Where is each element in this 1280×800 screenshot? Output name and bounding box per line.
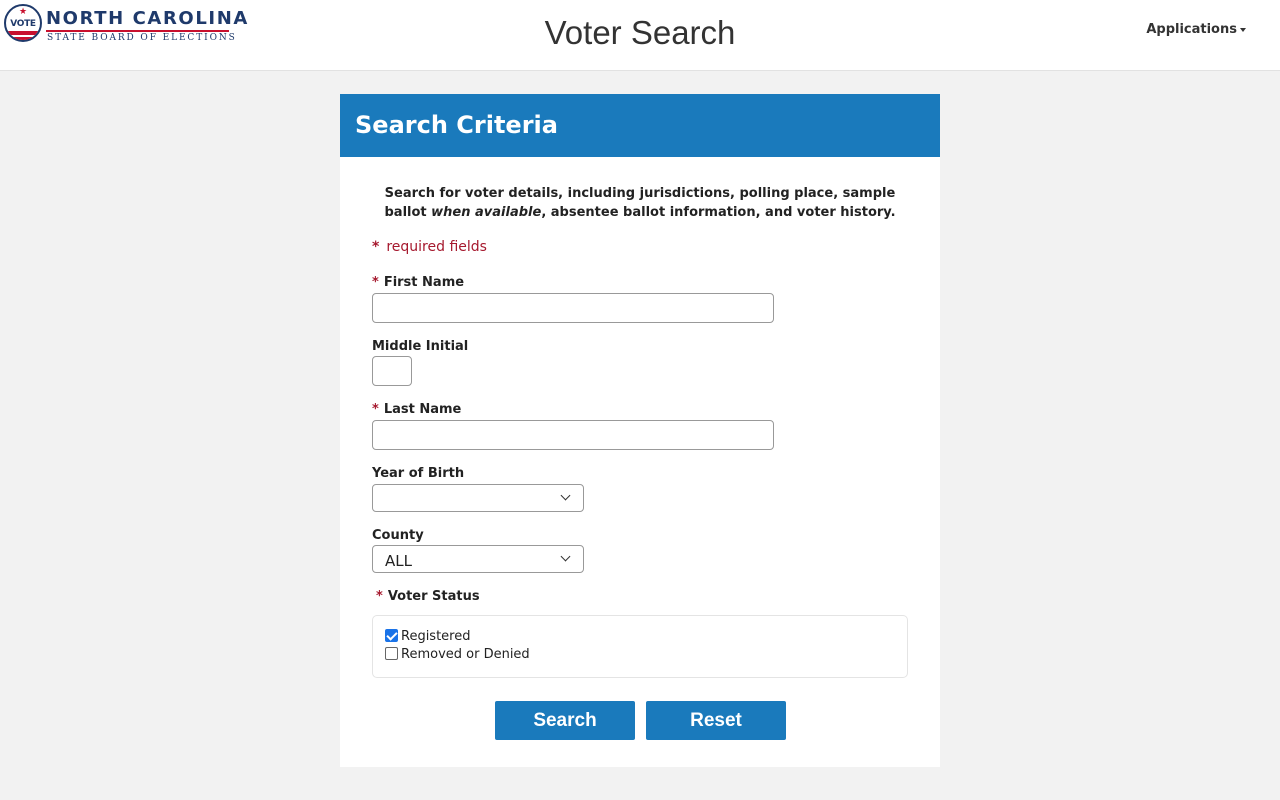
first-name-label: * First Name — [372, 275, 465, 290]
card-title: Search Criteria — [355, 111, 558, 139]
caret-down-icon — [1240, 27, 1246, 32]
applications-menu[interactable]: Applications — [1146, 22, 1246, 37]
removed-or-denied-checkbox[interactable] — [385, 647, 398, 660]
first-name-input[interactable] — [372, 293, 774, 323]
registered-checkbox[interactable] — [385, 629, 398, 642]
card-header: Search Criteria — [340, 94, 940, 157]
reset-button[interactable]: Reset — [646, 701, 786, 740]
intro-text: Search for voter details, including juri… — [384, 186, 896, 220]
page-title: Voter Search — [544, 14, 736, 51]
chevron-down-icon — [560, 490, 571, 501]
county-label: County — [372, 528, 424, 543]
last-name-label: * Last Name — [372, 402, 462, 417]
site-header: ★ VOTE NORTH CAROLINA STATE BOARD OF ELE… — [0, 0, 1280, 71]
required-fields-note: * required fields — [372, 239, 487, 255]
removed-or-denied-option[interactable]: Removed or Denied — [385, 647, 530, 662]
search-button[interactable]: Search — [495, 701, 635, 740]
search-criteria-card: Search Criteria Search for voter details… — [340, 94, 940, 767]
middle-initial-label: Middle Initial — [372, 339, 469, 354]
voter-status-group: Registered Removed or Denied — [372, 615, 908, 678]
year-of-birth-label: Year of Birth — [372, 466, 465, 481]
chevron-down-icon — [560, 551, 571, 562]
year-of-birth-select[interactable] — [372, 484, 584, 512]
registered-option[interactable]: Registered — [385, 629, 471, 644]
required-star: * — [372, 239, 380, 255]
county-select[interactable]: ALL — [372, 545, 584, 573]
last-name-input[interactable] — [372, 420, 774, 450]
applications-label: Applications — [1146, 22, 1237, 37]
county-value: ALL — [385, 552, 412, 570]
voter-status-label: * Voter Status — [376, 589, 480, 604]
middle-initial-input[interactable] — [372, 356, 412, 386]
